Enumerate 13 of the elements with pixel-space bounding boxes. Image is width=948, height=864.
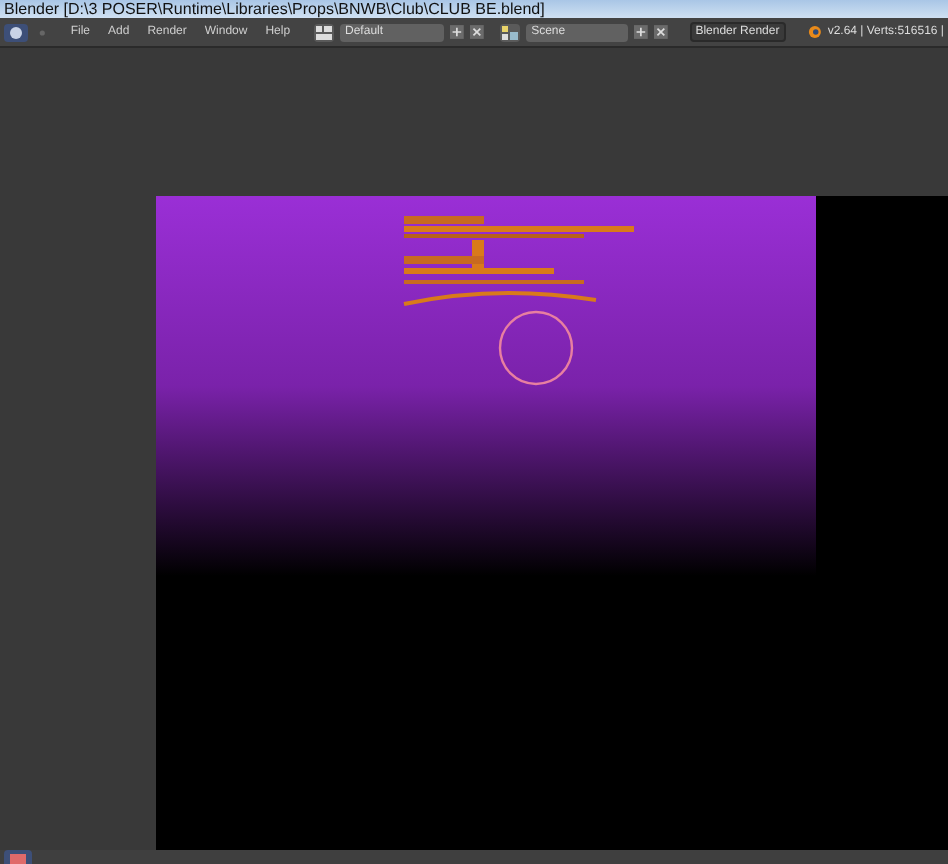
screen-layout-button[interactable] [314, 23, 334, 41]
info-icon [8, 25, 25, 39]
close-icon[interactable] [653, 24, 667, 40]
add-icon[interactable] [450, 24, 465, 40]
editor-type-button[interactable] [4, 850, 32, 864]
add-icon[interactable] [633, 24, 648, 40]
logo-icon [807, 24, 822, 40]
editor-type-button[interactable] [4, 23, 29, 41]
scene-button[interactable] [500, 23, 520, 41]
window-title: Blender [D:\3 POSER\Runtime\Libraries\Props\BNWB\Club\CLUB BE.blend] [2, 0, 545, 18]
layout-icon [315, 25, 332, 39]
scene-icon [501, 25, 518, 39]
close-icon[interactable] [470, 24, 485, 40]
